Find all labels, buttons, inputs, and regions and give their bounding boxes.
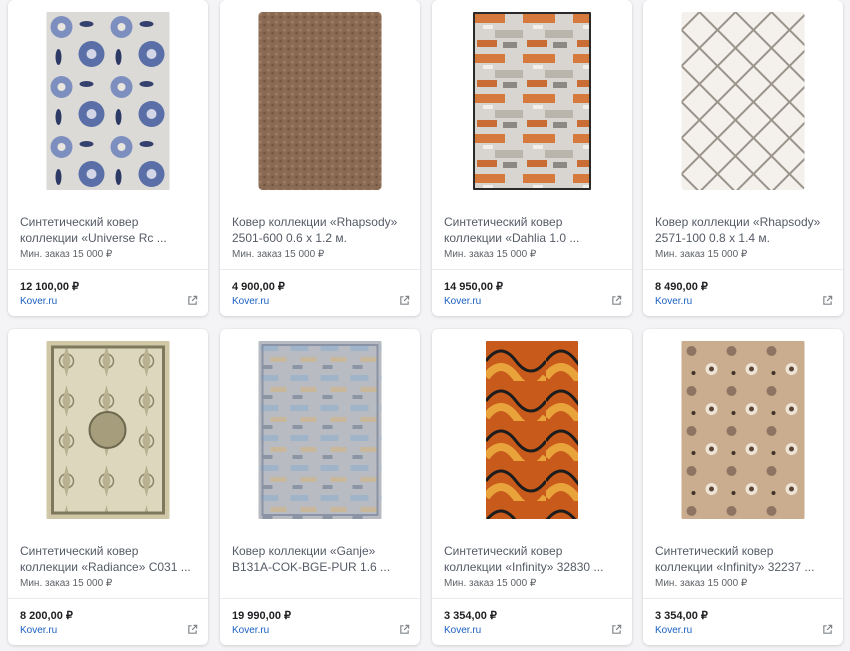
external-link-icon[interactable] xyxy=(611,295,622,306)
store-link[interactable]: Kover.ru xyxy=(444,625,481,636)
product-title-line: Синтетический ковер xyxy=(20,215,139,229)
product-title[interactable]: Ковер коллекции «Rhapsody» 2501-600 0.6 … xyxy=(232,214,412,246)
product-price: 12 100,00 ₽ xyxy=(20,281,79,293)
min-order-text: Мин. заказ 15 000 ₽ xyxy=(20,578,113,589)
product-price: 8 200,00 ₽ xyxy=(20,610,73,622)
product-title-line: Синтетический ковер xyxy=(444,215,563,229)
divider xyxy=(432,598,632,599)
store-link[interactable]: Kover.ru xyxy=(655,625,692,636)
product-price: 3 354,00 ₽ xyxy=(655,610,708,622)
product-image[interactable] xyxy=(473,12,591,190)
external-link-icon[interactable] xyxy=(399,624,410,635)
product-title-line: Синтетический ковер xyxy=(655,544,774,558)
external-link-icon[interactable] xyxy=(187,295,198,306)
min-order-text: Мин. заказ 15 000 ₽ xyxy=(655,578,748,589)
product-title[interactable]: Синтетический ковер коллекции «Dahlia 1.… xyxy=(444,214,624,246)
min-order-text: Мин. заказ 15 000 ₽ xyxy=(444,578,537,589)
product-title-line: Ковер коллекции «Ganje» xyxy=(232,544,376,558)
product-price: 14 950,00 ₽ xyxy=(444,281,503,293)
product-title-line: Синтетический ковер xyxy=(444,544,563,558)
min-order-text: Мин. заказ 15 000 ₽ xyxy=(232,249,325,260)
product-image[interactable] xyxy=(681,12,805,190)
product-image[interactable] xyxy=(681,341,805,519)
product-title-line: коллекции «Universe Rc ... xyxy=(20,231,167,245)
product-card[interactable]: Синтетический ковер коллекции «Dahlia 1.… xyxy=(432,0,632,316)
product-image[interactable] xyxy=(258,341,382,519)
store-link[interactable]: Kover.ru xyxy=(444,296,481,307)
product-title[interactable]: Синтетический ковер коллекции «Universe … xyxy=(20,214,200,246)
external-link-icon[interactable] xyxy=(399,295,410,306)
product-title[interactable]: Синтетический ковер коллекции «Radiance»… xyxy=(20,543,200,575)
product-title-line: коллекции «Infinity» 32237 ... xyxy=(655,560,815,574)
store-link[interactable]: Kover.ru xyxy=(655,296,692,307)
product-title-line: коллекции «Infinity» 32830 ... xyxy=(444,560,604,574)
product-card[interactable]: Ковер коллекции «Rhapsody» 2501-600 0.6 … xyxy=(220,0,420,316)
store-link[interactable]: Kover.ru xyxy=(20,625,57,636)
product-price: 4 900,00 ₽ xyxy=(232,281,285,293)
product-image[interactable] xyxy=(258,12,382,190)
product-title[interactable]: Ковер коллекции «Rhapsody» 2571-100 0.8 … xyxy=(655,214,835,246)
product-title-line: Синтетический ковер xyxy=(20,544,139,558)
product-title[interactable]: Ковер коллекции «Ganje» B131A-COK-BGE-PU… xyxy=(232,543,412,575)
divider xyxy=(432,269,632,270)
min-order-text: Мин. заказ 15 000 ₽ xyxy=(444,249,537,260)
product-card[interactable]: Синтетический ковер коллекции «Infinity»… xyxy=(643,329,843,645)
product-title-line: Ковер коллекции «Rhapsody» xyxy=(232,215,398,229)
product-image[interactable] xyxy=(486,341,578,519)
product-price: 19 990,00 ₽ xyxy=(232,610,291,622)
min-order-text: Мин. заказ 15 000 ₽ xyxy=(20,249,113,260)
min-order-text: Мин. заказ 15 000 ₽ xyxy=(655,249,748,260)
divider xyxy=(8,269,208,270)
product-card[interactable]: Синтетический ковер коллекции «Infinity»… xyxy=(432,329,632,645)
product-card[interactable]: Ковер коллекции «Rhapsody» 2571-100 0.8 … xyxy=(643,0,843,316)
product-title-line: коллекции «Dahlia 1.0 ... xyxy=(444,231,580,245)
product-card[interactable]: Синтетический ковер коллекции «Radiance»… xyxy=(8,329,208,645)
product-title-line: Ковер коллекции «Rhapsody» xyxy=(655,215,821,229)
product-image[interactable] xyxy=(46,12,170,190)
product-image[interactable] xyxy=(46,341,170,519)
product-title[interactable]: Синтетический ковер коллекции «Infinity»… xyxy=(444,543,624,575)
external-link-icon[interactable] xyxy=(611,624,622,635)
product-title-line: B131A-COK-BGE-PUR 1.6 ... xyxy=(232,560,391,574)
product-title-line: 2571-100 0.8 x 1.4 м. xyxy=(655,231,770,245)
divider xyxy=(8,598,208,599)
store-link[interactable]: Kover.ru xyxy=(20,296,57,307)
external-link-icon[interactable] xyxy=(822,624,833,635)
product-price: 8 490,00 ₽ xyxy=(655,281,708,293)
product-card[interactable]: Ковер коллекции «Ganje» B131A-COK-BGE-PU… xyxy=(220,329,420,645)
external-link-icon[interactable] xyxy=(187,624,198,635)
divider xyxy=(643,269,843,270)
product-title-line: коллекции «Radiance» C031 ... xyxy=(20,560,191,574)
divider xyxy=(220,269,420,270)
product-title-line: 2501-600 0.6 x 1.2 м. xyxy=(232,231,347,245)
store-link[interactable]: Kover.ru xyxy=(232,625,269,636)
product-price: 3 354,00 ₽ xyxy=(444,610,497,622)
external-link-icon[interactable] xyxy=(822,295,833,306)
divider xyxy=(643,598,843,599)
product-grid: Синтетический ковер коллекции «Universe … xyxy=(0,0,850,651)
product-title[interactable]: Синтетический ковер коллекции «Infinity»… xyxy=(655,543,835,575)
product-card[interactable]: Синтетический ковер коллекции «Universe … xyxy=(8,0,208,316)
divider xyxy=(220,598,420,599)
store-link[interactable]: Kover.ru xyxy=(232,296,269,307)
